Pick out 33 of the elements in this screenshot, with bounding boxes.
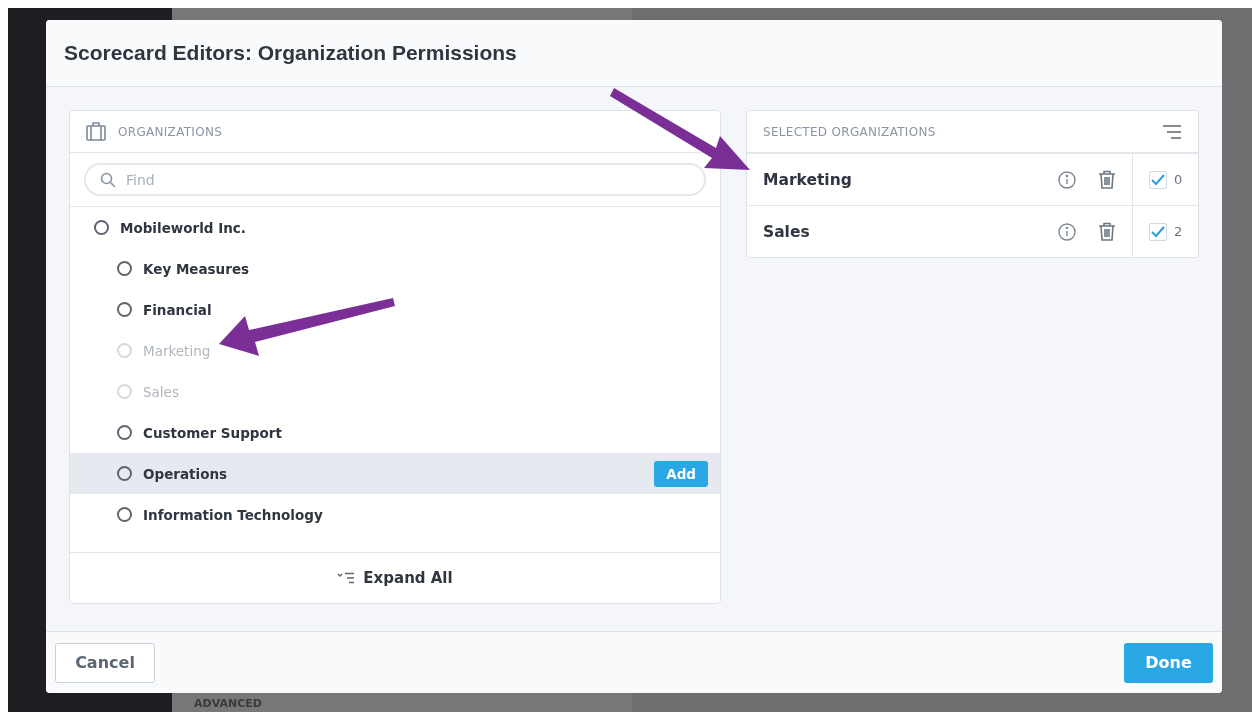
tree-item[interactable]: Mobileworld Inc. bbox=[70, 207, 720, 248]
tree-item[interactable]: Customer Support bbox=[70, 412, 720, 453]
count: 2 bbox=[1174, 224, 1183, 239]
tree-item[interactable]: Operations Add bbox=[70, 453, 720, 494]
tree-item[interactable]: Financial bbox=[70, 289, 720, 330]
checkbox[interactable] bbox=[1149, 222, 1167, 241]
expand-icon bbox=[337, 572, 356, 584]
trash-icon bbox=[1098, 222, 1116, 241]
panel-header: SELECTED ORGANIZATIONS bbox=[763, 124, 937, 139]
search-icon bbox=[100, 172, 116, 188]
trash-icon bbox=[1098, 170, 1116, 189]
radio-button[interactable] bbox=[117, 507, 132, 522]
tree-item[interactable]: Key Measures bbox=[70, 248, 720, 289]
info-icon bbox=[1058, 222, 1076, 241]
count: 0 bbox=[1174, 172, 1183, 187]
panel-header: ORGANIZATIONS bbox=[118, 124, 224, 139]
radio-button[interactable] bbox=[94, 220, 109, 235]
sort-icon bbox=[1162, 124, 1182, 139]
expand-all-button[interactable]: Expand All bbox=[331, 568, 459, 588]
tree-item[interactable]: Information Technology bbox=[70, 494, 720, 535]
section-label: ADVANCED bbox=[194, 697, 263, 710]
radio-button[interactable] bbox=[117, 261, 132, 276]
organization-name: Marketing bbox=[763, 170, 853, 189]
info-icon bbox=[1058, 170, 1076, 189]
radio-button[interactable] bbox=[117, 302, 132, 317]
briefcase-icon bbox=[86, 122, 106, 141]
dialog-title: Scorecard Editors: Organization Permissions bbox=[64, 41, 517, 65]
radio-button[interactable] bbox=[117, 425, 132, 440]
organization-name: Sales bbox=[763, 222, 811, 241]
search-field[interactable]: Find bbox=[84, 163, 706, 196]
radio-button[interactable] bbox=[117, 466, 132, 481]
cancel-button[interactable]: Cancel bbox=[55, 642, 155, 683]
checkbox[interactable] bbox=[1149, 170, 1167, 189]
